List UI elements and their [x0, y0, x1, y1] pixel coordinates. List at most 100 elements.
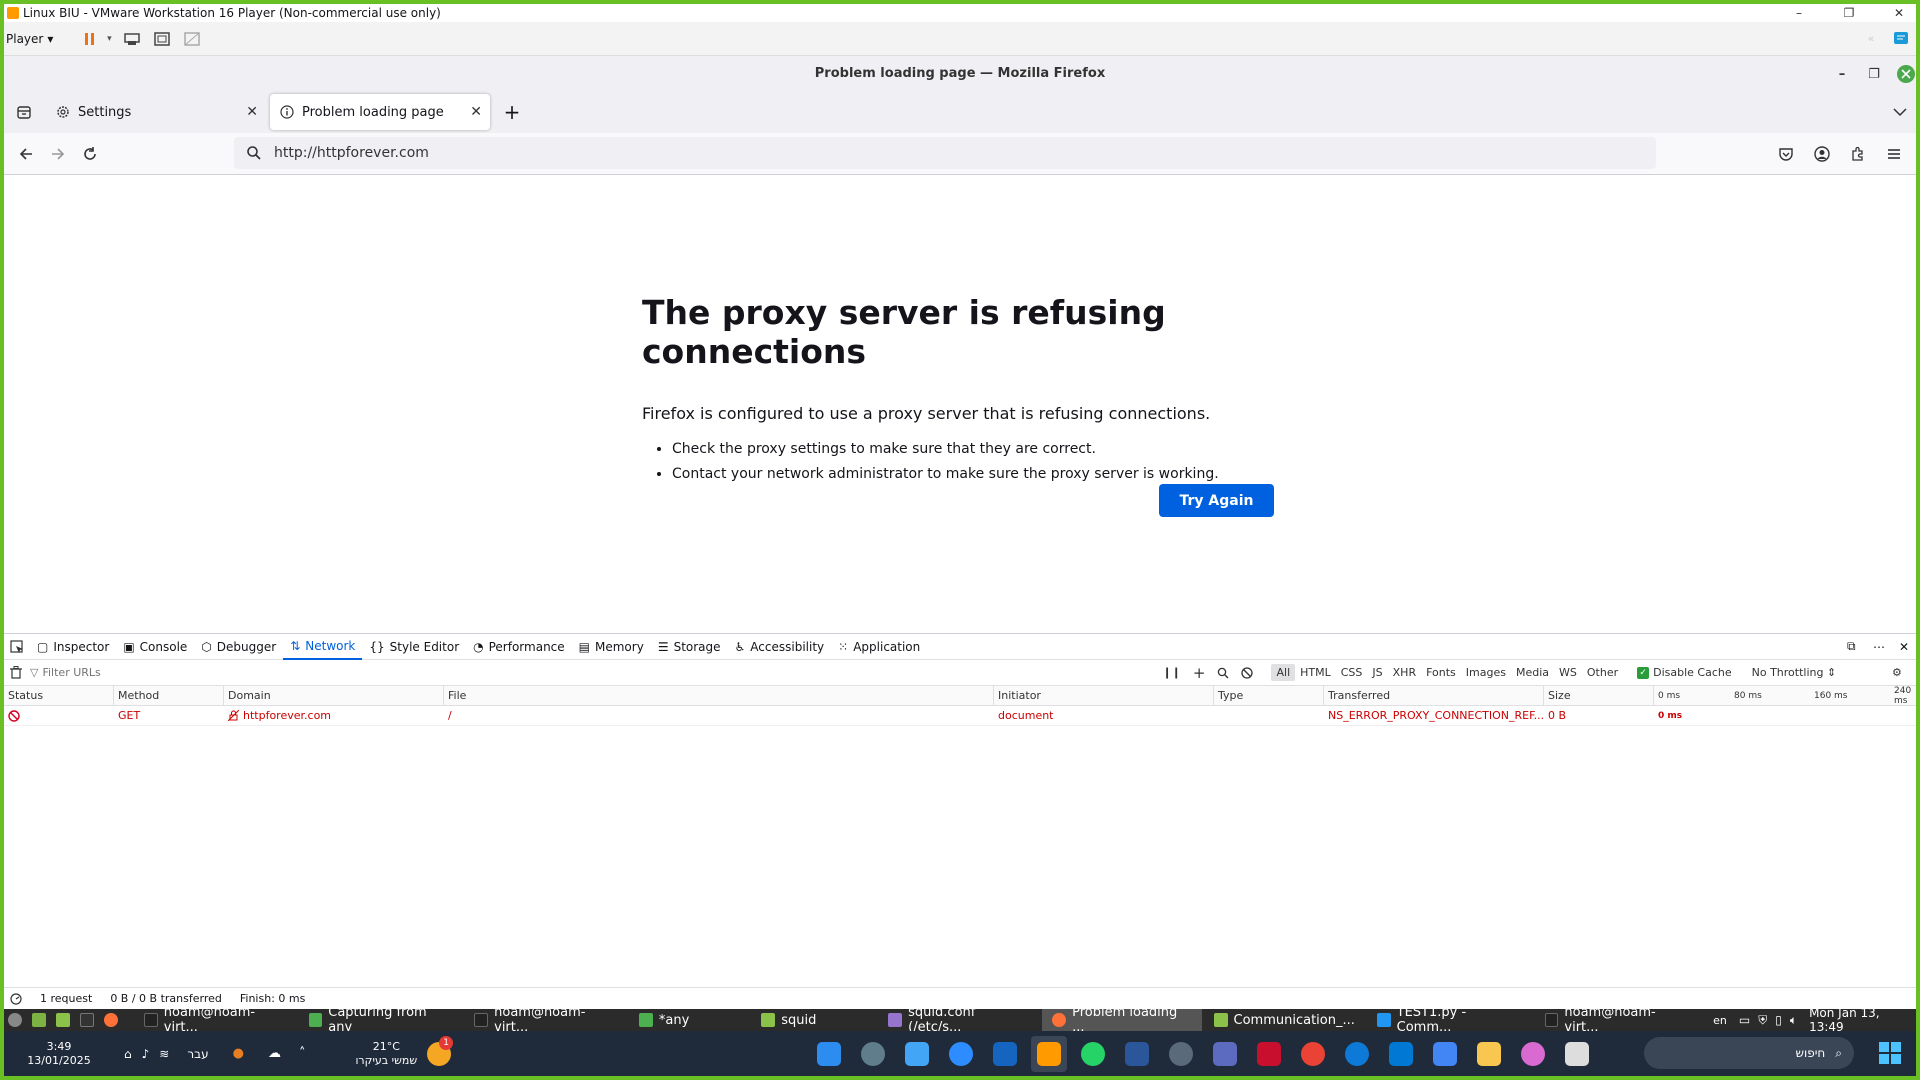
filter-css[interactable]: CSS: [1336, 664, 1368, 681]
arc-icon[interactable]: [987, 1036, 1023, 1072]
language-indicator[interactable]: עבר: [187, 1047, 208, 1061]
app-icon-2[interactable]: [1207, 1036, 1243, 1072]
taskbar-item[interactable]: Capturing from any: [299, 1005, 463, 1035]
filter-fonts[interactable]: Fonts: [1421, 664, 1461, 681]
zoom-icon[interactable]: [943, 1036, 979, 1072]
volume-icon[interactable]: ♪: [142, 1047, 150, 1061]
taskbar-item[interactable]: *any: [629, 1009, 699, 1031]
filter-ws[interactable]: WS: [1554, 664, 1582, 681]
menu-icon[interactable]: [4, 1009, 26, 1031]
close-icon[interactable]: ✕: [1884, 4, 1914, 22]
firefox-view-icon[interactable]: [8, 96, 40, 128]
tab-style-editor[interactable]: {} Style Editor: [362, 634, 466, 660]
dock-side-icon[interactable]: ⧉: [1840, 634, 1863, 660]
files-icon[interactable]: [52, 1009, 74, 1031]
minimize-icon[interactable]: –: [1830, 62, 1854, 86]
taskbar-item[interactable]: noam@noam-virt...: [464, 1005, 627, 1035]
col-file[interactable]: File: [444, 686, 994, 705]
taskbar-item[interactable]: Communication_...: [1204, 1009, 1365, 1031]
taskbar-item[interactable]: Problem loading ...: [1042, 1005, 1202, 1035]
filter-media[interactable]: Media: [1511, 664, 1554, 681]
filter-urls-input[interactable]: Filter URLs: [42, 666, 1162, 679]
windows-start-icon[interactable]: [1878, 1041, 1902, 1065]
col-size[interactable]: Size: [1544, 686, 1654, 705]
col-method[interactable]: Method: [114, 686, 224, 705]
performance-analysis-icon[interactable]: [10, 992, 22, 1005]
restore-icon[interactable]: ❐: [1834, 4, 1864, 22]
terminal-icon[interactable]: [76, 1009, 98, 1031]
back-arrows-icon[interactable]: «: [1858, 26, 1884, 52]
close-icon[interactable]: [1894, 62, 1916, 86]
player-menu[interactable]: Player ▾: [6, 32, 53, 46]
unity-icon[interactable]: [179, 26, 205, 52]
url-bar[interactable]: http://httpforever.com: [234, 137, 1656, 169]
vmware-icon[interactable]: [1031, 1035, 1068, 1072]
tab-debugger[interactable]: ⬡ Debugger: [194, 634, 283, 660]
chevron-down-icon[interactable]: ▾: [103, 26, 115, 52]
clock[interactable]: Mon Jan 13, 13:49: [1809, 1006, 1916, 1034]
app-icon-1[interactable]: [811, 1036, 847, 1072]
pocket-icon[interactable]: [1770, 138, 1802, 170]
filter-xhr[interactable]: XHR: [1388, 664, 1421, 681]
filter-other[interactable]: Other: [1582, 664, 1623, 681]
taskbar-item[interactable]: noam@noam-virt...: [1535, 1005, 1698, 1035]
store-icon[interactable]: [1427, 1036, 1463, 1072]
volume-icon[interactable]: 🔈︎: [1790, 1013, 1797, 1028]
account-icon[interactable]: [1806, 138, 1838, 170]
filter-images[interactable]: Images: [1461, 664, 1511, 681]
settings-gear-icon[interactable]: [855, 1036, 891, 1072]
reload-icon[interactable]: [74, 138, 106, 170]
task-view-icon[interactable]: [1559, 1036, 1595, 1072]
taskbar-item[interactable]: squid.conf (/etc/s...: [878, 1005, 1040, 1035]
throttling-select[interactable]: No Throttling ⇕: [1752, 666, 1837, 679]
mcafee-icon[interactable]: [1251, 1036, 1287, 1072]
col-type[interactable]: Type: [1214, 686, 1324, 705]
col-domain[interactable]: Domain: [224, 686, 444, 705]
send-ctrl-alt-del-icon[interactable]: [119, 26, 145, 52]
shield-icon[interactable]: ⛨: [1758, 1013, 1767, 1028]
restore-icon[interactable]: ❐: [1862, 62, 1886, 86]
clipboard-icon[interactable]: ▭: [1739, 1013, 1750, 1027]
extensions-icon[interactable]: [1842, 138, 1874, 170]
microphone-icon[interactable]: ●: [233, 1046, 244, 1061]
col-initiator[interactable]: Initiator: [994, 686, 1214, 705]
word-icon[interactable]: [1119, 1036, 1155, 1072]
close-devtools-icon[interactable]: ✕: [1892, 634, 1916, 660]
tab-performance[interactable]: ◔ Performance: [466, 634, 572, 660]
tab-network[interactable]: ⇅ Network: [283, 634, 363, 660]
file-explorer-icon[interactable]: [1471, 1036, 1507, 1072]
chrome-icon[interactable]: [1295, 1036, 1331, 1072]
firefox-icon[interactable]: [100, 1009, 122, 1031]
filter-html[interactable]: HTML: [1295, 664, 1336, 681]
search-icon[interactable]: [1217, 667, 1229, 679]
clock-area[interactable]: 3:49 13/01/2025: [4, 1040, 114, 1068]
disable-cache-checkbox[interactable]: ✓ Disable Cache: [1637, 666, 1732, 679]
onedrive-icon[interactable]: ☁: [268, 1046, 281, 1061]
tab-settings[interactable]: Settings ✕: [46, 94, 266, 130]
copilot-icon[interactable]: [1515, 1036, 1551, 1072]
keyboard-lang[interactable]: en: [1713, 1014, 1727, 1027]
minimize-icon[interactable]: –: [1784, 4, 1814, 22]
taskbar-item[interactable]: TEST1.py - Comm...: [1367, 1005, 1533, 1035]
col-timeline[interactable]: 0 ms 80 ms 160 ms 240 ms: [1654, 686, 1916, 706]
battery-icon[interactable]: ▯: [1775, 1013, 1782, 1027]
outlook-icon[interactable]: [1383, 1036, 1419, 1072]
chevron-up-icon[interactable]: ˄: [299, 1046, 306, 1061]
tab-console[interactable]: ▣ Console: [116, 634, 194, 660]
add-icon[interactable]: +: [1193, 664, 1206, 682]
pause-icon[interactable]: ❙❙: [1162, 666, 1180, 679]
pause-icon[interactable]: [77, 26, 103, 52]
weather-sun-icon[interactable]: 1: [427, 1035, 454, 1066]
element-picker-icon[interactable]: [4, 634, 30, 660]
network-icon[interactable]: ⌂: [124, 1047, 132, 1061]
wifi-icon[interactable]: ≋: [159, 1047, 169, 1061]
back-arrow-icon[interactable]: [10, 138, 42, 170]
tab-accessibility[interactable]: ♿ Accessibility: [728, 634, 832, 660]
forward-arrow-icon[interactable]: [42, 138, 74, 170]
filter-all[interactable]: All: [1271, 664, 1296, 681]
tab-memory[interactable]: ▤ Memory: [572, 634, 651, 660]
more-options-icon[interactable]: ⋯: [1866, 634, 1892, 660]
hamburger-menu-icon[interactable]: [1878, 138, 1910, 170]
notepad-icon[interactable]: [899, 1036, 935, 1072]
trash-icon[interactable]: [10, 666, 22, 679]
